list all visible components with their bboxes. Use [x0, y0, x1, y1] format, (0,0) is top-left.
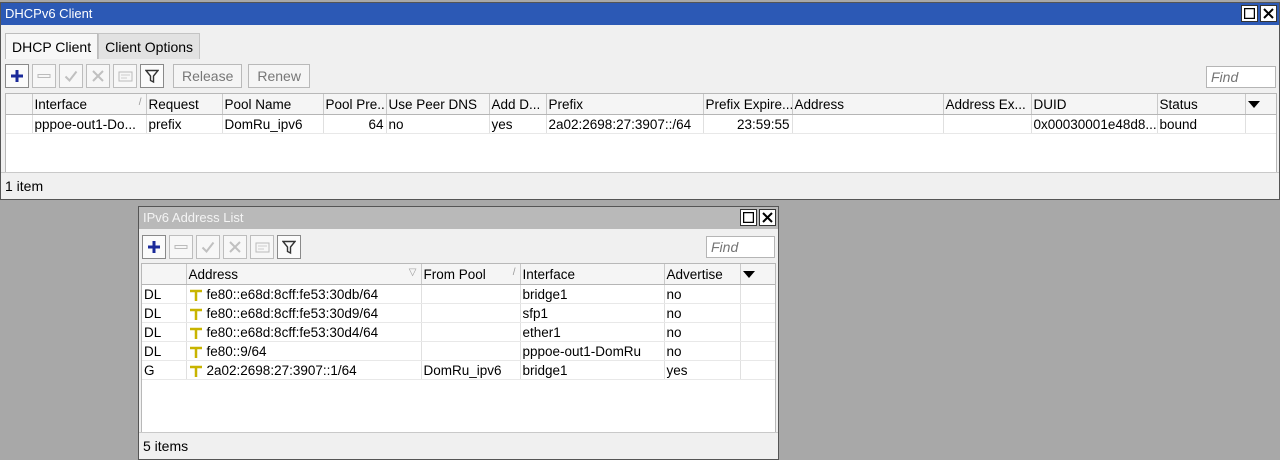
x-icon	[229, 241, 241, 253]
col-use-peer-dns[interactable]: Use Peer DNS	[386, 94, 490, 115]
remove-button[interactable]	[32, 64, 56, 88]
close-icon	[1263, 8, 1274, 19]
address-pin-icon	[189, 290, 202, 302]
sort-icon: ▽	[408, 267, 417, 278]
check-icon	[64, 70, 78, 83]
ipv6-address-table: Address ▽ From Pool / Interface Advertise …	[141, 263, 776, 433]
maximize-icon	[743, 212, 754, 223]
release-button[interactable]: Release	[173, 64, 243, 88]
disable-button[interactable]	[86, 64, 110, 88]
find-input[interactable]	[1206, 66, 1276, 88]
col-add-default[interactable]: Add D...	[489, 94, 547, 115]
tab-client-options[interactable]: Client Options	[98, 33, 201, 59]
maximize-icon	[1244, 8, 1255, 19]
window-title: IPv6 Address List	[143, 210, 244, 225]
add-button[interactable]	[5, 64, 29, 88]
col-pool-name[interactable]: Pool Name	[222, 94, 324, 115]
ipv6-toolbar	[142, 235, 301, 259]
plus-icon	[148, 241, 160, 253]
filter-icon	[282, 240, 296, 254]
sort-icon: /	[138, 97, 142, 108]
renew-button[interactable]: Renew	[248, 64, 310, 88]
address-pin-icon	[189, 366, 202, 378]
column-menu-button[interactable]	[1245, 94, 1276, 115]
chevron-down-icon	[742, 270, 755, 278]
col-prefix[interactable]: Prefix	[546, 94, 704, 115]
table-row[interactable]: DL fe80::e68d:8cff:fe53:30db/64 bridge1 …	[142, 284, 775, 304]
filter-button[interactable]	[140, 64, 164, 88]
plus-icon	[11, 70, 23, 82]
maximize-button[interactable]	[740, 209, 757, 226]
window-title: DHCPv6 Client	[5, 6, 93, 21]
minus-icon	[174, 245, 188, 249]
dhcpv6-window-titlebar[interactable]: DHCPv6 Client	[1, 3, 1279, 25]
address-pin-icon	[189, 328, 202, 340]
comment-button[interactable]	[250, 235, 274, 259]
table-row[interactable]: DL fe80::e68d:8cff:fe53:30d4/64 ether1 n…	[142, 322, 775, 342]
col-address[interactable]: Address ▽	[186, 264, 422, 285]
address-pin-icon	[189, 309, 202, 321]
table-row[interactable]: G 2a02:2698:27:3907::1/64 DomRu_ipv6 bri…	[142, 360, 775, 380]
ipv6-window-titlebar[interactable]: IPv6 Address List	[139, 207, 778, 229]
check-icon	[201, 241, 215, 254]
col-prefix-expire[interactable]: Prefix Expire...	[703, 94, 793, 115]
x-icon	[92, 70, 104, 82]
chevron-down-icon	[1247, 100, 1260, 108]
dhcp-tabs: DHCP Client Client Options	[5, 33, 201, 59]
col-from-pool[interactable]: From Pool /	[421, 264, 521, 285]
status-bar: 5 items	[139, 432, 778, 459]
dhcp-toolbar: Release Renew	[5, 64, 310, 88]
remove-button[interactable]	[169, 235, 193, 259]
col-interface[interactable]: Interface	[520, 264, 665, 285]
table-header: Interface / Request Pool Name Pool Pre...…	[6, 94, 1276, 115]
disable-button[interactable]	[223, 235, 247, 259]
dhcpv6-client-window: DHCPv6 Client DHCP Client Client Options	[0, 2, 1280, 200]
col-interface[interactable]: Interface /	[32, 94, 147, 115]
filter-button[interactable]	[277, 235, 301, 259]
column-menu-button[interactable]	[740, 264, 775, 285]
maximize-button[interactable]	[1241, 5, 1258, 22]
filter-icon	[145, 69, 159, 83]
table-row[interactable]: DL fe80::e68d:8cff:fe53:30d9/64 sfp1 no	[142, 303, 775, 323]
find-input[interactable]	[706, 236, 775, 258]
ipv6-address-list-window: IPv6 Address List Find Address ▽ From Po…	[138, 206, 779, 460]
comment-icon	[255, 242, 269, 252]
table-header: Address ▽ From Pool / Interface Advertise	[142, 264, 775, 285]
address-pin-icon	[189, 347, 202, 359]
close-button[interactable]	[1260, 5, 1277, 22]
minus-icon	[37, 74, 51, 78]
status-bar: 1 item	[1, 172, 1279, 199]
close-icon	[762, 212, 773, 223]
comment-icon	[118, 71, 132, 81]
col-advertise[interactable]: Advertise	[664, 264, 741, 285]
dhcp-client-table: Interface / Request Pool Name Pool Pre...…	[5, 93, 1277, 173]
col-duid[interactable]: DUID	[1031, 94, 1158, 115]
sort-icon: /	[512, 267, 516, 278]
tab-dhcp-client[interactable]: DHCP Client	[5, 33, 99, 59]
col-address[interactable]: Address	[792, 94, 944, 115]
table-row[interactable]: pppoe-out1-Do... prefix DomRu_ipv6 64 no…	[6, 114, 1276, 134]
col-address-expire[interactable]: Address Ex...	[943, 94, 1032, 115]
add-button[interactable]	[142, 235, 166, 259]
col-status[interactable]: Status	[1157, 94, 1246, 115]
comment-button[interactable]	[113, 64, 137, 88]
close-button[interactable]	[759, 209, 776, 226]
col-pool-prefix[interactable]: Pool Pre...	[323, 94, 387, 115]
table-row[interactable]: DL fe80::9/64 pppoe-out1-DomRu no	[142, 341, 775, 361]
enable-button[interactable]	[196, 235, 220, 259]
enable-button[interactable]	[59, 64, 83, 88]
col-request[interactable]: Request	[146, 94, 223, 115]
